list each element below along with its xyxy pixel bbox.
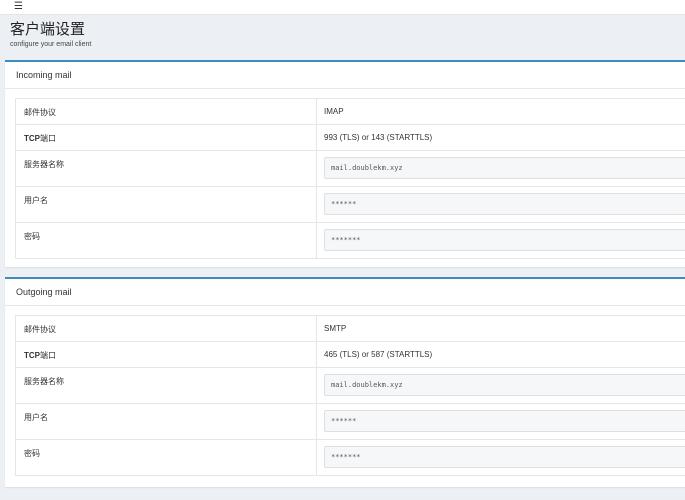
protocol-label: 邮件协议 bbox=[15, 98, 317, 125]
top-navbar: ☰ bbox=[0, 0, 685, 15]
port-label: TCP端口 bbox=[15, 124, 317, 151]
server-cell: mail.doublekm.xyz bbox=[316, 150, 685, 187]
outgoing-mail-box: Outgoing mail 邮件协议 SMTP TCP端口 465 (TLS) … bbox=[5, 277, 685, 487]
protocol-value: SMTP bbox=[316, 315, 685, 342]
password-field[interactable]: ******* bbox=[324, 446, 685, 468]
port-value: 465 (TLS) or 587 (STARTTLS) bbox=[316, 341, 685, 368]
username-label: 用户名 bbox=[15, 186, 317, 223]
protocol-label: 邮件协议 bbox=[15, 315, 317, 342]
password-label: 密码 bbox=[15, 222, 317, 259]
username-field[interactable]: ****** bbox=[324, 193, 685, 215]
table-row: 服务器名称 mail.doublekm.xyz bbox=[15, 150, 685, 187]
outgoing-mail-title: Outgoing mail bbox=[5, 279, 685, 306]
server-field[interactable]: mail.doublekm.xyz bbox=[324, 157, 685, 179]
port-label-prefix: TCP bbox=[24, 134, 40, 143]
password-cell: ******* bbox=[316, 222, 685, 259]
table-row: 用户名 ****** bbox=[15, 403, 685, 440]
page-header: 客户端设置 configure your email client bbox=[10, 20, 91, 48]
port-label-suffix: 端口 bbox=[40, 134, 56, 143]
table-row: TCP端口 993 (TLS) or 143 (STARTTLS) bbox=[15, 124, 685, 151]
username-field[interactable]: ****** bbox=[324, 410, 685, 432]
page-subtitle: configure your email client bbox=[10, 41, 92, 48]
table-row: 邮件协议 SMTP bbox=[15, 315, 685, 342]
server-label: 服务器名称 bbox=[15, 150, 317, 187]
server-label: 服务器名称 bbox=[15, 367, 317, 404]
table-row: 密码 ******* bbox=[15, 439, 685, 476]
table-row: TCP端口 465 (TLS) or 587 (STARTTLS) bbox=[15, 341, 685, 368]
hamburger-icon[interactable]: ☰ bbox=[14, 2, 23, 12]
username-label: 用户名 bbox=[15, 403, 317, 440]
table-row: 邮件协议 IMAP bbox=[15, 98, 685, 125]
username-cell: ****** bbox=[316, 403, 685, 440]
outgoing-settings-table: 邮件协议 SMTP TCP端口 465 (TLS) or 587 (STARTT… bbox=[15, 315, 685, 476]
username-cell: ****** bbox=[316, 186, 685, 223]
port-label: TCP端口 bbox=[15, 341, 317, 368]
server-field[interactable]: mail.doublekm.xyz bbox=[324, 374, 685, 396]
server-cell: mail.doublekm.xyz bbox=[316, 367, 685, 404]
table-row: 服务器名称 mail.doublekm.xyz bbox=[15, 367, 685, 404]
incoming-settings-table: 邮件协议 IMAP TCP端口 993 (TLS) or 143 (STARTT… bbox=[15, 98, 685, 259]
password-field[interactable]: ******* bbox=[324, 229, 685, 251]
password-cell: ******* bbox=[316, 439, 685, 476]
table-row: 用户名 ****** bbox=[15, 186, 685, 223]
protocol-value: IMAP bbox=[316, 98, 685, 125]
port-label-suffix: 端口 bbox=[40, 351, 56, 360]
port-value: 993 (TLS) or 143 (STARTTLS) bbox=[316, 124, 685, 151]
port-label-prefix: TCP bbox=[24, 351, 40, 360]
password-label: 密码 bbox=[15, 439, 317, 476]
page-title: 客户端设置 bbox=[10, 20, 86, 38]
table-row: 密码 ******* bbox=[15, 222, 685, 259]
incoming-mail-box: Incoming mail 邮件协议 IMAP TCP端口 993 (TLS) … bbox=[5, 60, 685, 267]
incoming-mail-title: Incoming mail bbox=[5, 62, 685, 89]
